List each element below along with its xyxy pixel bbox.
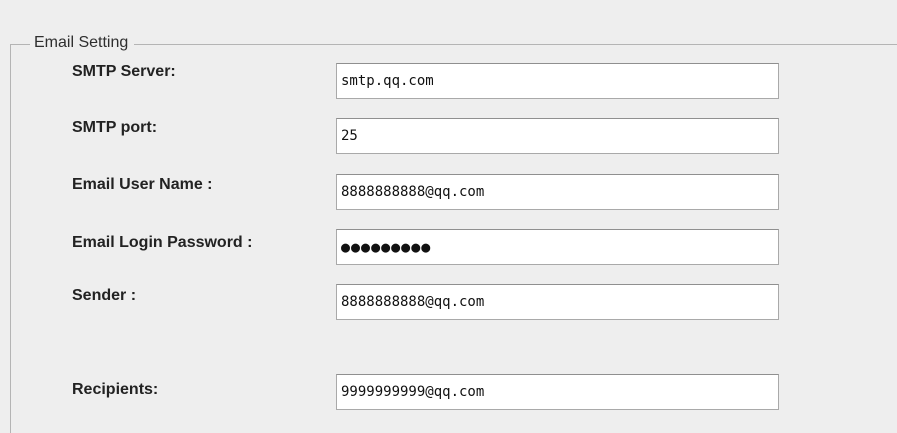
sender-input[interactable] <box>336 284 779 320</box>
sender-label: Sender : <box>72 287 137 304</box>
recipients-label: Recipients: <box>72 381 159 398</box>
email-login-password-label: Email Login Password : <box>72 234 253 251</box>
email-setting-legend: Email Setting <box>30 33 135 53</box>
smtp-port-input[interactable] <box>336 118 779 154</box>
smtp-server-input[interactable] <box>336 63 779 99</box>
email-user-name-input[interactable] <box>336 174 779 210</box>
email-login-password-input[interactable] <box>336 229 779 265</box>
smtp-server-label: SMTP Server: <box>72 63 176 80</box>
smtp-port-label: SMTP port: <box>72 119 158 136</box>
email-user-name-label: Email User Name : <box>72 176 213 193</box>
recipients-input[interactable] <box>336 374 779 410</box>
